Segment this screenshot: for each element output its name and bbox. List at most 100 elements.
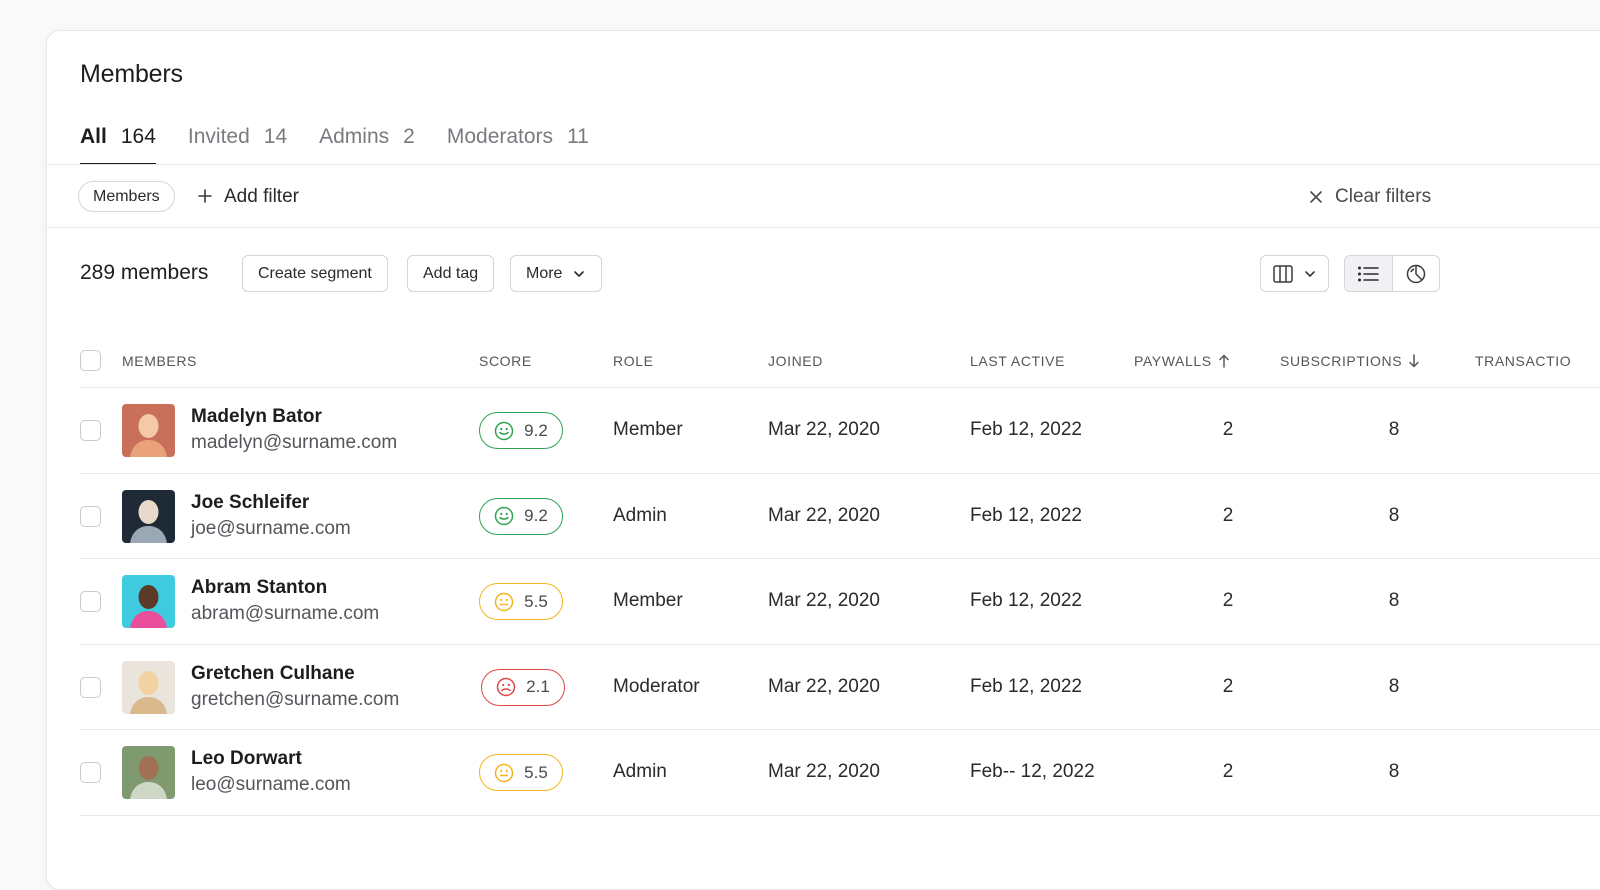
row-checkbox[interactable] xyxy=(80,762,101,784)
member-name[interactable]: Madelyn Bator xyxy=(191,406,322,428)
row-checkbox[interactable] xyxy=(80,676,101,698)
column-label: SUBSCRIPTIONS xyxy=(1280,353,1403,369)
add-tag-button[interactable]: Add tag xyxy=(407,255,495,292)
chevron-down-icon xyxy=(1303,267,1317,281)
filters-divider xyxy=(47,227,1600,228)
member-name[interactable]: Leo Dorwart xyxy=(191,748,302,770)
neutral-face-icon xyxy=(494,592,514,612)
table-row[interactable]: Madelyn Bator madelyn@surname.com 9.2 Me… xyxy=(47,388,1600,473)
member-count: 289 members xyxy=(80,261,209,284)
last-active-date: Feb 12, 2022 xyxy=(970,419,1082,440)
tabs-divider xyxy=(47,164,1600,165)
column-header-joined[interactable]: JOINED xyxy=(768,348,823,374)
member-tabs: All 164 Invited 14 Admins 2 Moderators 1… xyxy=(80,123,621,165)
close-icon xyxy=(1309,190,1323,204)
member-name[interactable]: Joe Schleifer xyxy=(191,492,309,514)
member-role: Admin xyxy=(613,504,667,526)
columns-icon xyxy=(1272,264,1293,283)
joined-date: Mar 22, 2020 xyxy=(768,419,880,440)
list-icon xyxy=(1357,265,1380,283)
tab-label: All xyxy=(80,125,107,148)
avatar xyxy=(122,746,175,800)
column-label: PAYWALLS xyxy=(1134,353,1212,369)
column-header-score[interactable]: SCORE xyxy=(479,348,532,374)
last-active-date: Feb-- 12, 2022 xyxy=(970,761,1095,783)
tab-moderators[interactable]: Moderators 11 xyxy=(447,123,589,165)
smile-icon xyxy=(494,506,514,526)
member-role: Admin xyxy=(613,761,667,783)
arrow-down-icon xyxy=(1408,354,1420,368)
score-value: 5.5 xyxy=(524,762,548,782)
tab-all[interactable]: All 164 xyxy=(80,123,156,165)
page-title: Members xyxy=(80,60,183,88)
smile-icon xyxy=(494,421,514,441)
tab-count: 14 xyxy=(263,125,288,148)
member-email: gretchen@surname.com xyxy=(191,688,400,710)
score-value: 2.1 xyxy=(526,677,550,697)
columns-dropdown[interactable] xyxy=(1260,255,1329,292)
add-filter-label: Add filter xyxy=(224,185,299,207)
score-badge: 9.2 xyxy=(479,412,563,449)
row-checkbox[interactable] xyxy=(80,420,101,441)
add-filter-button[interactable]: Add filter xyxy=(197,181,299,212)
tab-invited[interactable]: Invited 14 xyxy=(188,123,287,165)
row-checkbox[interactable] xyxy=(80,591,101,613)
list-view-button[interactable] xyxy=(1345,256,1393,291)
paywalls-count: 2 xyxy=(1222,761,1234,783)
avatar xyxy=(122,404,175,457)
members-panel: Members All 164 Invited 14 Admins 2 Mode… xyxy=(46,30,1600,890)
paywalls-count: 2 xyxy=(1222,419,1234,440)
column-header-last-active[interactable]: LAST ACTIVE xyxy=(970,348,1065,374)
more-button[interactable]: More xyxy=(510,255,603,292)
pie-chart-icon xyxy=(1406,264,1426,284)
row-checkbox[interactable] xyxy=(80,505,101,527)
chevron-down-icon xyxy=(572,267,586,281)
table-row[interactable]: Joe Schleifer joe@surname.com 9.2 Admin … xyxy=(47,474,1600,559)
last-active-date: Feb 12, 2022 xyxy=(970,675,1082,697)
create-segment-button[interactable]: Create segment xyxy=(242,255,388,292)
column-header-subscriptions[interactable]: SUBSCRIPTIONS xyxy=(1280,348,1420,374)
member-role: Moderator xyxy=(613,675,700,697)
subscriptions-count: 8 xyxy=(1388,590,1400,612)
column-header-transactions[interactable]: TRANSACTIO xyxy=(1475,348,1571,374)
table-row[interactable]: Leo Dorwart leo@surname.com 5.5 Admin Ma… xyxy=(47,730,1600,815)
member-name[interactable]: Abram Stanton xyxy=(191,577,327,599)
paywalls-count: 2 xyxy=(1222,504,1234,526)
select-all-checkbox[interactable] xyxy=(80,350,101,371)
clear-filters-button[interactable]: Clear filters xyxy=(1309,181,1431,212)
subscriptions-count: 8 xyxy=(1388,675,1400,697)
subscriptions-count: 8 xyxy=(1388,761,1400,783)
member-email: madelyn@surname.com xyxy=(191,432,398,453)
avatar xyxy=(122,489,175,543)
table-row[interactable]: Abram Stanton abram@surname.com 5.5 Memb… xyxy=(47,559,1600,644)
members-filter-chip[interactable]: Members xyxy=(78,181,175,212)
table-row[interactable]: Gretchen Culhane gretchen@surname.com 2.… xyxy=(47,645,1600,730)
tab-count: 11 xyxy=(567,125,589,148)
paywalls-count: 2 xyxy=(1222,590,1234,612)
tab-count: 2 xyxy=(403,125,415,148)
score-value: 5.5 xyxy=(524,591,548,611)
frown-icon xyxy=(496,677,516,697)
arrow-up-icon xyxy=(1218,354,1230,368)
column-header-members[interactable]: MEMBERS xyxy=(122,348,197,374)
column-header-paywalls[interactable]: PAYWALLS xyxy=(1134,348,1230,374)
score-badge: 2.1 xyxy=(481,668,565,706)
subscriptions-count: 8 xyxy=(1388,419,1400,440)
score-value: 9.2 xyxy=(524,420,548,440)
column-header-role[interactable]: ROLE xyxy=(613,348,654,374)
neutral-face-icon xyxy=(494,763,514,783)
score-badge: 9.2 xyxy=(479,497,563,535)
tab-admins[interactable]: Admins 2 xyxy=(319,123,415,165)
member-email: joe@surname.com xyxy=(191,517,351,539)
member-role: Member xyxy=(613,590,683,612)
member-role: Member xyxy=(613,419,683,440)
member-name[interactable]: Gretchen Culhane xyxy=(191,663,355,685)
member-email: leo@surname.com xyxy=(191,774,351,796)
last-active-date: Feb 12, 2022 xyxy=(970,590,1082,612)
table-header: MEMBERS SCORE ROLE JOINED LAST ACTIVE PA… xyxy=(47,348,1600,388)
tab-label: Invited xyxy=(187,125,250,148)
more-label: More xyxy=(526,264,563,282)
tab-label: Admins xyxy=(319,125,390,148)
chart-view-button[interactable] xyxy=(1393,256,1440,291)
plus-icon xyxy=(197,184,213,210)
